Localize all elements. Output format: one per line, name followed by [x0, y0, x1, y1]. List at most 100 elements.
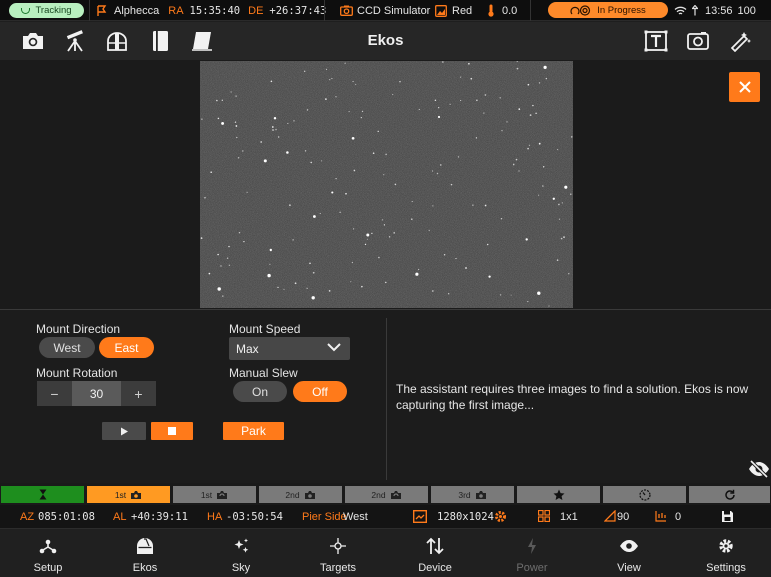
star: [331, 191, 334, 194]
pier-side-label: Pier Side: [302, 511, 347, 523]
star: [529, 114, 532, 116]
star: [448, 293, 450, 295]
star: [484, 204, 487, 207]
star: [217, 117, 220, 120]
camera-icon: [304, 490, 315, 499]
star: [310, 161, 312, 164]
text-frame-icon[interactable]: [644, 30, 668, 52]
filter-readout[interactable]: Red: [435, 0, 472, 21]
close-button[interactable]: [729, 72, 760, 102]
star: [238, 231, 241, 234]
target-readout[interactable]: Alphecca RA 15:35:40 DE +26:37:43: [96, 0, 326, 21]
star: [360, 117, 362, 119]
star: [228, 264, 231, 266]
nav-targets[interactable]: Targets: [298, 529, 378, 577]
sequence-step-star[interactable]: [516, 485, 601, 504]
rotation-value-field[interactable]: 30: [72, 381, 121, 406]
nav-view-label: View: [617, 562, 641, 574]
nav-power[interactable]: Power: [492, 529, 572, 577]
wand-icon[interactable]: [729, 30, 753, 52]
capture-frame-icon[interactable]: [686, 30, 710, 52]
ra-label: RA: [168, 4, 184, 17]
rotation-stepper: − 30 +: [37, 381, 156, 406]
nav-ekos[interactable]: Ekos: [105, 529, 185, 577]
sequence-step-timer[interactable]: [602, 485, 687, 504]
star: [348, 111, 350, 113]
nav-settings[interactable]: Settings: [686, 529, 766, 577]
star: [378, 256, 380, 259]
sequence-step-refresh[interactable]: [688, 485, 771, 504]
chevron-down-icon: [327, 343, 341, 352]
captured-image[interactable]: [200, 61, 573, 308]
rotation-decrement-button[interactable]: −: [37, 381, 72, 406]
nav-targets-label: Targets: [319, 562, 357, 574]
ha-value: -03:50:54: [226, 511, 283, 523]
al-value: +40:39:11: [131, 511, 188, 523]
save-icon[interactable]: [721, 510, 734, 523]
star: [236, 136, 238, 139]
star: [319, 212, 321, 215]
hourglass-icon: [39, 489, 46, 500]
star: [269, 263, 271, 265]
star: [292, 239, 294, 241]
star: [548, 305, 550, 307]
ha-label: HA: [207, 511, 223, 523]
sequence-step-first-solve[interactable]: 1st: [172, 485, 257, 504]
progress-pill[interactable]: In Progress: [548, 2, 668, 18]
battery-level: 100: [737, 4, 756, 17]
star: [499, 97, 501, 99]
star: [506, 121, 508, 123]
tracking-status-pill[interactable]: Tracking: [9, 3, 84, 18]
coordinates-bar: AZ 085:01:08 AL +40:39:11 HA -03:50:54 P…: [0, 505, 771, 528]
star: [242, 150, 244, 152]
sequence-step-first-capture[interactable]: 1st: [86, 485, 171, 504]
star: [344, 62, 346, 64]
star: [410, 218, 413, 221]
star: [272, 129, 274, 131]
west-button[interactable]: West: [39, 337, 95, 358]
start-button[interactable]: [102, 422, 146, 440]
star: [304, 150, 307, 152]
gear-icon[interactable]: [494, 510, 507, 523]
eye-off-icon[interactable]: [748, 460, 770, 478]
de-value: +26:37:43: [269, 4, 327, 17]
nav-sky[interactable]: Sky: [201, 529, 281, 577]
star: [269, 248, 272, 252]
temperature-readout[interactable]: 0.0: [487, 0, 517, 21]
star: [460, 99, 462, 102]
star: [312, 215, 316, 218]
nav-view[interactable]: View: [589, 529, 669, 577]
sequence-step-second-capture[interactable]: 2nd: [258, 485, 343, 504]
sequence-step-hourglass[interactable]: [0, 485, 85, 504]
star: [235, 95, 237, 97]
star: [558, 218, 560, 220]
star: [571, 136, 573, 138]
star: [351, 261, 354, 264]
slew-off-button[interactable]: Off: [293, 381, 347, 402]
star: [431, 290, 434, 292]
slew-on-button[interactable]: On: [233, 381, 287, 402]
camera-status-icon: [340, 5, 353, 16]
star: [325, 68, 328, 71]
park-button[interactable]: Park: [223, 422, 284, 440]
camera-readout[interactable]: CCD Simulator: [340, 0, 430, 21]
star: [309, 262, 311, 265]
star: [415, 272, 419, 276]
star: [418, 268, 420, 271]
stop-button[interactable]: [151, 422, 193, 440]
sequence-step-third-capture[interactable]: 3rd: [430, 485, 515, 504]
star: [465, 267, 467, 269]
nav-device[interactable]: Device: [395, 529, 475, 577]
sequence-step-second-solve[interactable]: 2nd: [344, 485, 429, 504]
star: [392, 93, 394, 96]
mount-speed-select[interactable]: Max: [229, 337, 350, 360]
star: [399, 81, 401, 83]
star: [468, 62, 470, 65]
east-button[interactable]: East: [99, 337, 154, 358]
star: [263, 159, 267, 163]
nav-setup[interactable]: Setup: [8, 529, 88, 577]
star: [518, 108, 521, 110]
star: [561, 202, 563, 204]
star: [543, 65, 547, 70]
rotation-increment-button[interactable]: +: [121, 381, 156, 406]
